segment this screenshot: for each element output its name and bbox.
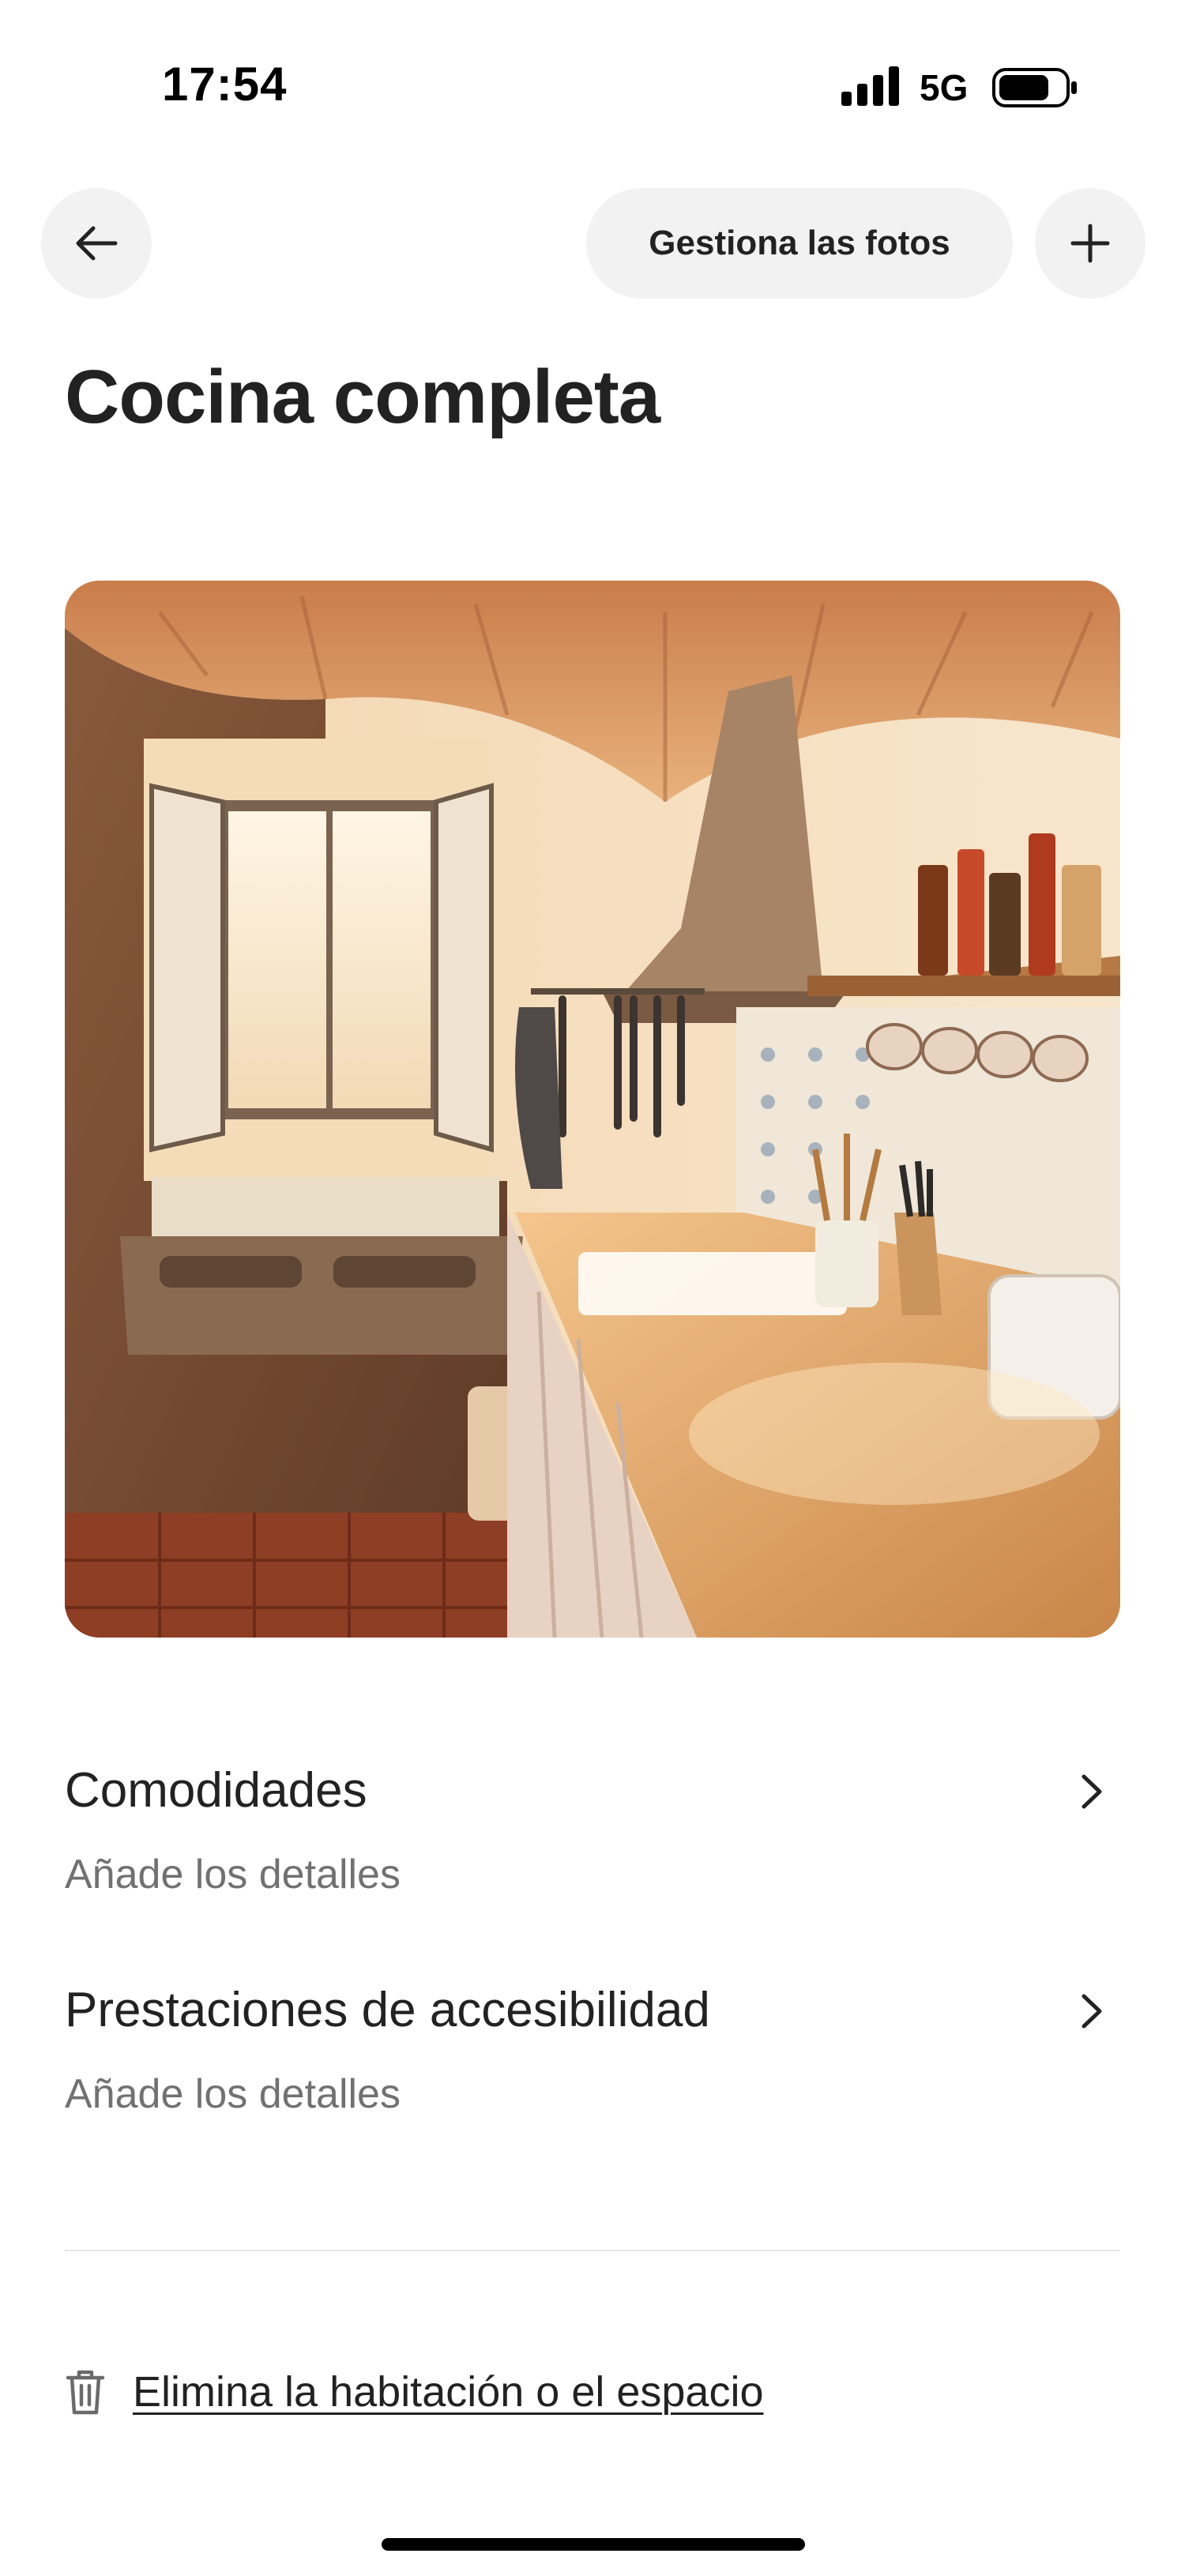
trash-icon bbox=[66, 2370, 105, 2415]
delete-space-row[interactable]: Elimina la habitación o el espacio bbox=[65, 2360, 855, 2424]
home-indicator bbox=[382, 2538, 805, 2551]
chevron-right-icon bbox=[1082, 1994, 1102, 2029]
arrow-left-icon bbox=[76, 226, 118, 261]
amenities-title: Comodidades bbox=[65, 1763, 367, 1818]
page-title: Cocina completa bbox=[65, 355, 660, 439]
accessibility-row[interactable]: Prestaciones de accesibilidad Añade los … bbox=[65, 1977, 1120, 2135]
kitchen-photo[interactable] bbox=[65, 581, 1120, 1638]
accessibility-title: Prestaciones de accesibilidad bbox=[65, 1983, 710, 2037]
network-type: 5G bbox=[920, 67, 969, 108]
signal-icon bbox=[841, 66, 899, 106]
divider bbox=[65, 2250, 1120, 2251]
battery-icon bbox=[992, 68, 1077, 107]
amenities-subtitle: Añade los detalles bbox=[65, 1852, 401, 1897]
back-button[interactable] bbox=[41, 188, 152, 299]
delete-space-link[interactable]: Elimina la habitación o el espacio bbox=[133, 2367, 763, 2416]
status-bar: 17:54 5G bbox=[0, 0, 1185, 158]
status-time: 17:54 bbox=[162, 58, 288, 111]
plus-icon bbox=[1070, 224, 1110, 263]
manage-photos-button[interactable]: Gestiona las fotos bbox=[586, 188, 1013, 299]
chevron-right-icon bbox=[1082, 1774, 1102, 1809]
kitchen-photo-illustration bbox=[65, 581, 1120, 1638]
amenities-row[interactable]: Comodidades Añade los detalles bbox=[65, 1758, 1120, 1916]
accessibility-subtitle: Añade los detalles bbox=[65, 2071, 401, 2117]
add-photo-button[interactable] bbox=[1035, 188, 1146, 299]
